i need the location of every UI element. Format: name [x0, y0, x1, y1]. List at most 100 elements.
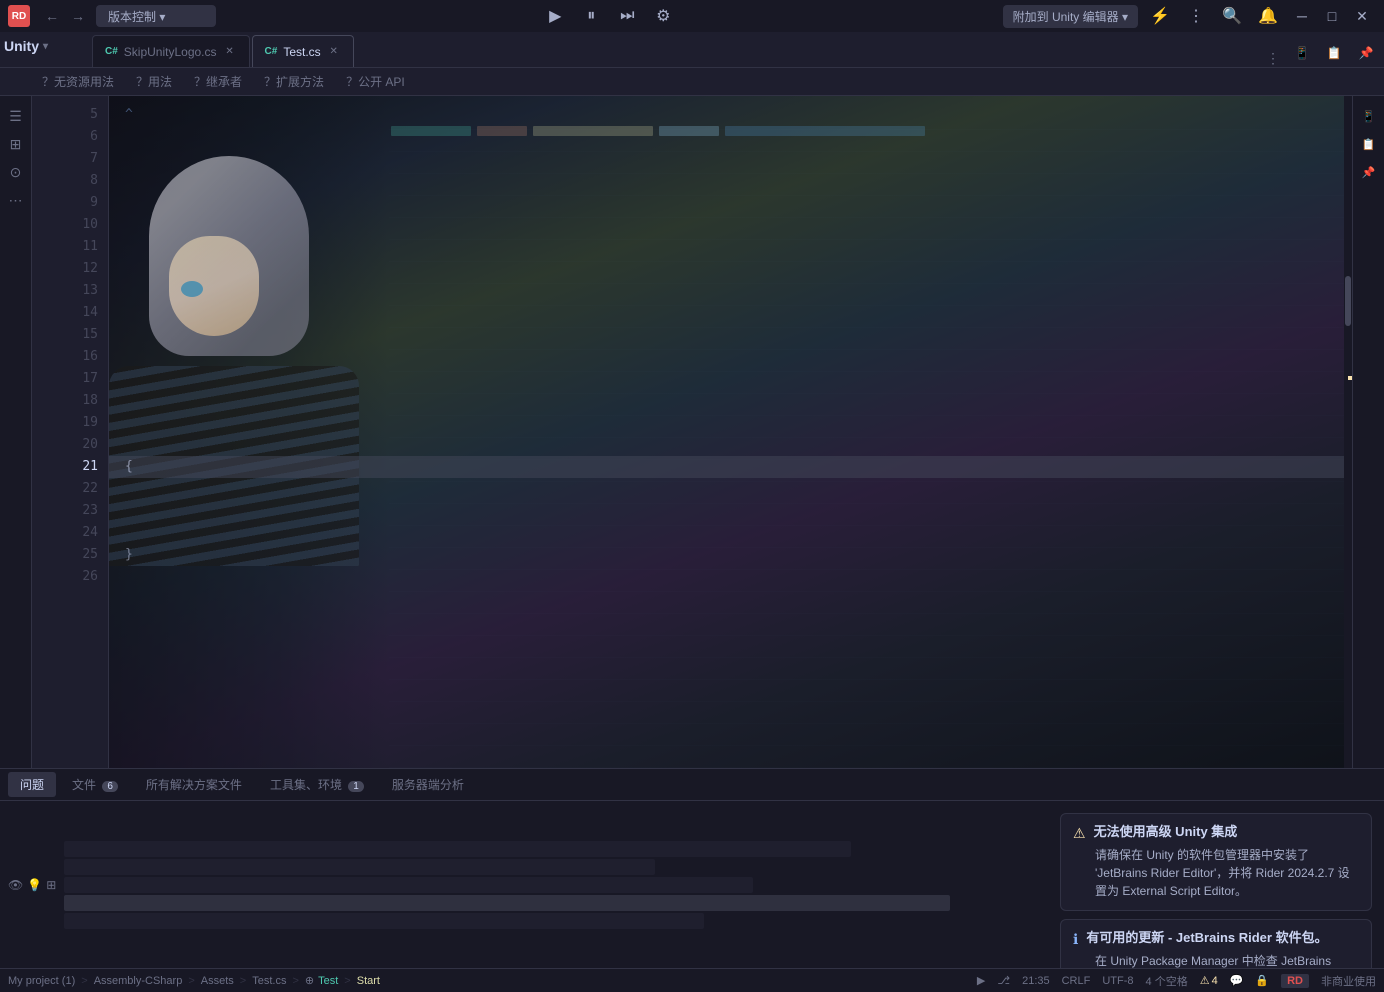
project-name: Unity	[4, 38, 39, 54]
scroll-marker-yellow	[1348, 376, 1352, 380]
files-badge: 6	[102, 781, 118, 792]
tab-right-icon-3[interactable]: 📌	[1352, 39, 1380, 67]
line-10: 10	[64, 214, 98, 236]
editor-container: ☰ ⊞ ⊙ ⋯ 5 6 7 8 9 10 11 12 13 14 15 16 1…	[0, 96, 1384, 968]
minimize-button[interactable]: ─	[1288, 2, 1316, 30]
status-lock-icon[interactable]: 🔒	[1255, 974, 1269, 987]
status-sep-1: >	[81, 975, 87, 987]
right-icon-3[interactable]: 📌	[1357, 160, 1381, 184]
play-button[interactable]: ▶	[541, 2, 569, 30]
sidebar-icon-circle[interactable]: ⊙	[4, 160, 28, 184]
search-button[interactable]: 🔍	[1218, 2, 1246, 30]
maximize-button[interactable]: □	[1318, 2, 1346, 30]
editor-row: ☰ ⊞ ⊙ ⋯ 5 6 7 8 9 10 11 12 13 14 15 16 1…	[0, 96, 1384, 768]
toolbar-extensions[interactable]: ？扩展方法	[254, 71, 334, 92]
toolbar-public-api[interactable]: ？公开 API	[336, 71, 415, 92]
back-button[interactable]: ←	[40, 4, 64, 28]
skip-button[interactable]: ⏭	[613, 2, 641, 30]
status-branch-icon[interactable]: ⎇	[997, 974, 1010, 987]
app-logo: RD	[8, 5, 30, 27]
bottom-tab-tools[interactable]: 工具集、环境 1	[258, 772, 376, 797]
toolbar-no-usages[interactable]: ？无资源用法	[32, 71, 124, 92]
breadcrumb-dropdown[interactable]: 版本控制 ▾	[96, 5, 216, 27]
tab-more-button[interactable]: ⋮	[1258, 50, 1288, 67]
sidebar-icon-grid[interactable]: ⊞	[4, 132, 28, 156]
info-icon: ℹ	[1073, 931, 1078, 948]
eye-icon[interactable]: 👁	[8, 878, 23, 892]
line-8: 8	[64, 170, 98, 192]
notification-button[interactable]: 🔔	[1254, 2, 1282, 30]
project-selector[interactable]: Unity ▾	[4, 38, 48, 54]
tab-right-icon-2[interactable]: 📋	[1320, 39, 1348, 67]
bottom-content: 👁 💡 ⊞	[0, 801, 1384, 968]
title-center: ▶ ⏸ ⏭ ⚙	[222, 2, 997, 30]
status-comment-icon[interactable]: 💬	[1230, 974, 1244, 987]
bottom-eye-area: 👁 💡 ⊞	[8, 878, 56, 892]
project-dropdown-icon: ▾	[43, 41, 48, 52]
notif-card-warning: ⚠ 无法使用高级 Unity 集成 请确保在 Unity 的软件包管理器中安装了…	[1060, 813, 1372, 911]
notif-card-info: ℹ 有可用的更新 - JetBrains Rider 软件包。 在 Unity …	[1060, 919, 1372, 968]
tab-right-icon-1[interactable]: 📱	[1288, 39, 1316, 67]
nav-buttons: ← →	[40, 4, 90, 28]
line-5: 5	[64, 104, 98, 126]
status-warn-icon: ⚠	[1200, 974, 1210, 987]
status-bar: My project (1) > Assembly-CSharp > Asset…	[0, 968, 1384, 992]
right-icon-1[interactable]: 📱	[1357, 104, 1381, 128]
sidebar-icon-more[interactable]: ⋯	[4, 188, 28, 212]
tab-close-test[interactable]: ✕	[327, 45, 341, 59]
status-line-ending[interactable]: CRLF	[1062, 975, 1091, 987]
status-play-btn[interactable]: ▶	[977, 974, 985, 987]
bottom-left-area: 👁 💡 ⊞	[8, 809, 1048, 960]
bottom-tab-issues[interactable]: 问题	[8, 772, 56, 797]
more-menu-button[interactable]: ⋮	[1182, 2, 1210, 30]
code-content[interactable]: ^ {	[109, 96, 1352, 768]
title-right: 附加到 Unity 编辑器 ▾ ⚡ ⋮ 🔍 🔔	[1003, 2, 1282, 30]
bottom-tab-service[interactable]: 服务器端分析	[380, 772, 476, 797]
status-right: ▶ ⎇ 21:35 CRLF UTF-8 4 个空格 ⚠ 4 💬 🔒 RD 非商…	[977, 973, 1376, 989]
sidebar-icon-menu[interactable]: ☰	[4, 104, 28, 128]
right-icon-2[interactable]: 📋	[1357, 132, 1381, 156]
settings-button[interactable]: ⚙	[649, 2, 677, 30]
line-6: 6	[64, 126, 98, 148]
line-22: 22	[64, 478, 98, 500]
code-pixels	[389, 116, 1302, 768]
tools-badge: 1	[348, 781, 364, 792]
bottom-icon-2[interactable]: 💡	[27, 878, 42, 892]
status-assets[interactable]: Assets	[201, 975, 234, 987]
notif-info-body: 在 Unity Package Manager 中检查 JetBrains Ri…	[1095, 952, 1359, 968]
status-brand-logo: RD	[1281, 974, 1309, 988]
editor-scrollbar-track[interactable]	[1344, 96, 1352, 768]
tab-test-cs[interactable]: C# Test.cs ✕	[252, 35, 354, 67]
line-17: 17	[64, 368, 98, 390]
cs-icon-skip: C#	[105, 46, 118, 57]
bottom-tab-files[interactable]: 文件 6	[60, 772, 130, 797]
status-spaces[interactable]: 4 个空格	[1146, 973, 1188, 989]
forward-button[interactable]: →	[66, 4, 90, 28]
cs-icon-test: C#	[265, 46, 278, 57]
tab-skip-unity-logo[interactable]: C# SkipUnityLogo.cs ✕	[92, 35, 250, 67]
status-method[interactable]: Start	[357, 975, 380, 987]
status-encoding[interactable]: UTF-8	[1102, 975, 1133, 987]
line-15: 15	[64, 324, 98, 346]
toolbar-usage[interactable]: ？用法	[126, 71, 182, 92]
editor-scrollbar-thumb[interactable]	[1345, 276, 1351, 326]
window-controls: ─ □ ✕	[1288, 2, 1376, 30]
left-sidebar: ☰ ⊞ ⊙ ⋯	[0, 96, 32, 768]
status-project[interactable]: My project (1)	[8, 975, 75, 987]
bottom-tab-all-solution[interactable]: 所有解决方案文件	[134, 772, 254, 797]
status-warning[interactable]: ⚠ 4	[1200, 974, 1218, 987]
plugin-icon-button[interactable]: ⚡	[1146, 2, 1174, 30]
status-assembly[interactable]: Assembly-CSharp	[94, 975, 183, 987]
pause-button[interactable]: ⏸	[577, 2, 605, 30]
notif-info-title: 有可用的更新 - JetBrains Rider 软件包。	[1086, 930, 1327, 947]
status-file[interactable]: Test.cs	[252, 975, 286, 987]
line-16: 16	[64, 346, 98, 368]
line-24: 24	[64, 522, 98, 544]
toolbar-inheritors[interactable]: ？继承者	[184, 71, 252, 92]
close-button[interactable]: ✕	[1348, 2, 1376, 30]
tab-close-skip[interactable]: ✕	[223, 45, 237, 59]
notifications-area: ⚠ 无法使用高级 Unity 集成 请确保在 Unity 的软件包管理器中安装了…	[1056, 809, 1376, 960]
bottom-icon-3[interactable]: ⊞	[46, 878, 56, 892]
attach-unity-button[interactable]: 附加到 Unity 编辑器 ▾	[1003, 5, 1138, 28]
status-class[interactable]: ⊕ Test	[305, 974, 338, 987]
